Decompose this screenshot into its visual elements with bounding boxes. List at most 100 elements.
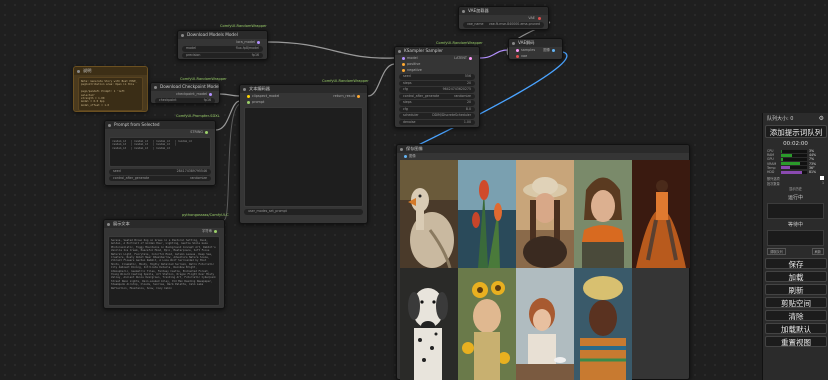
ksampler-node[interactable]: KSampler Sampler model LATENT positive ne… bbox=[394, 46, 480, 128]
node-title[interactable]: 保存图像 bbox=[397, 145, 689, 153]
download-model-badge: ComfyUI-RandomWrapper bbox=[220, 24, 267, 28]
load-default-button[interactable]: 加载默认 bbox=[765, 323, 827, 335]
note-node[interactable]: 说明 Note: Generate Story with Best POSE_ … bbox=[73, 66, 148, 112]
stat-fill bbox=[781, 149, 782, 153]
ks-widget-3[interactable]: control_after_generate randomize bbox=[399, 93, 475, 99]
output-label: checkpoint_model bbox=[176, 92, 207, 96]
stat-bar bbox=[781, 153, 807, 157]
output-label: return_result bbox=[333, 94, 355, 98]
node-title[interactable]: Download Models Model bbox=[178, 31, 267, 39]
show-text-node[interactable]: 展示文本 字符串 Serene, Seated Brown Dog on Gra… bbox=[103, 219, 225, 309]
gear-icon[interactable]: ⚙ bbox=[819, 115, 824, 122]
node-title[interactable]: 文本编码器 bbox=[240, 85, 367, 93]
generated-image-sunflowers[interactable] bbox=[458, 268, 516, 380]
input-label: vae bbox=[521, 54, 528, 58]
generated-image-child-cafe[interactable] bbox=[516, 268, 574, 380]
node-title[interactable]: 说明 bbox=[74, 67, 147, 75]
input-label: clipspect_model bbox=[252, 94, 280, 98]
show-text-textarea[interactable]: Serene, Seated Brown Dog on Grass in a P… bbox=[108, 236, 220, 306]
load-button[interactable]: 加载 bbox=[765, 271, 827, 283]
node-title[interactable]: KSampler Sampler bbox=[395, 47, 479, 55]
clip-prompt-textarea[interactable] bbox=[244, 107, 363, 207]
generated-image-woman-scarf[interactable] bbox=[574, 160, 632, 268]
generated-image-man-headwrap[interactable] bbox=[574, 268, 632, 380]
running-panel bbox=[767, 203, 824, 220]
prompt-random-textarea[interactable]: random_id | random_id | random_id | rand… bbox=[109, 137, 211, 167]
stat-fill bbox=[781, 153, 793, 157]
vae-name-widget[interactable]: vae_name vae-ft-mse-840000-ema-pruned bbox=[463, 22, 544, 28]
node-title[interactable]: VAE加载器 bbox=[459, 7, 548, 15]
output-label: 图像 bbox=[543, 48, 550, 52]
clip-footer-widget[interactable]: user_modes_set_prompt bbox=[244, 209, 363, 215]
note-text[interactable]: Note: Generate Story with Best POSE_ psg… bbox=[78, 77, 143, 111]
prompt-random-widget-2[interactable]: control_after_generate randomize bbox=[109, 175, 211, 181]
input-label: negative bbox=[407, 68, 422, 72]
link-model bbox=[267, 41, 395, 59]
node-title[interactable]: Download Checkpoint Model bbox=[151, 83, 219, 91]
checkpoint-node[interactable]: Download Checkpoint Model checkpoint_mod… bbox=[150, 82, 220, 104]
clip-text-node[interactable]: 文本编码器 clipspect_model return_result promp… bbox=[239, 84, 368, 224]
node-title[interactable]: 展示文本 bbox=[104, 220, 224, 228]
output-label: STRING bbox=[190, 130, 203, 134]
vae-output-row: VAE bbox=[459, 15, 548, 21]
clear-button[interactable]: 清除 bbox=[765, 310, 827, 322]
widget-value: 556 bbox=[464, 74, 471, 78]
generated-image-woman-hat[interactable] bbox=[516, 160, 574, 268]
download-model-node[interactable]: Download Models Model lora_model model fl… bbox=[177, 30, 268, 60]
refresh-button[interactable]: 刷新 bbox=[765, 284, 827, 296]
stat-fill bbox=[781, 166, 791, 170]
save-button[interactable]: 保存 bbox=[765, 258, 827, 270]
ks-widget-6[interactable]: scheduler DDIM/DiscreteScheduler bbox=[399, 113, 475, 119]
prompt-random-widget-1[interactable]: seed 284174389795546 bbox=[109, 169, 211, 175]
node-title[interactable]: Prompt from Selected bbox=[105, 121, 215, 129]
widget-value: 96424743620275 bbox=[442, 87, 471, 91]
empty-latent-node[interactable]: VAE解码 samples 图像 vae bbox=[508, 38, 563, 60]
clipspace-button[interactable]: 剪贴空间 bbox=[765, 297, 827, 309]
ks-widget-2[interactable]: cfg 96424743620275 bbox=[399, 87, 475, 93]
generated-image-flowers[interactable] bbox=[458, 160, 516, 268]
widget-value: vae-ft-mse-840000-ema-pruned bbox=[488, 22, 540, 26]
download-model-widget-1[interactable]: model flux-fp8/model bbox=[182, 46, 263, 52]
stat-fill bbox=[781, 162, 800, 166]
reset-view-button[interactable]: 重置视图 bbox=[765, 336, 827, 348]
show-text-output: 字符串 bbox=[104, 228, 224, 234]
generated-image-goose[interactable] bbox=[400, 160, 458, 268]
input-label: samples bbox=[521, 48, 536, 52]
widget-value: flux-fp8/model bbox=[235, 46, 259, 50]
widget-label: cfg bbox=[403, 87, 408, 91]
checkpoint-badge: ComfyUI-RandomWrapper bbox=[180, 77, 227, 81]
stat-label: HDD bbox=[767, 170, 775, 175]
widget-value: 284174389795546 bbox=[176, 169, 207, 173]
link-positive bbox=[367, 63, 395, 97]
view-queue-button[interactable]: 调取队列 bbox=[767, 248, 786, 256]
prompt-random-node[interactable]: Prompt from Selected STRING random_id | … bbox=[104, 120, 216, 186]
download-model-widget-2[interactable]: precision fp16 bbox=[182, 52, 263, 58]
widget-label: model bbox=[186, 46, 196, 50]
show-history-label[interactable]: 显示历史 bbox=[789, 186, 802, 191]
ks-widget-0[interactable]: seed 556 bbox=[399, 74, 475, 80]
widget-label: scheduler bbox=[403, 113, 419, 117]
node-title[interactable]: VAE解码 bbox=[509, 39, 562, 47]
stat-bar bbox=[781, 157, 807, 161]
prompt-random-badge: ComfyUI-Prompter-SDXL bbox=[176, 114, 220, 118]
pending-panel bbox=[767, 230, 824, 247]
ksampler-badge: ComfyUI-RandomWrapper bbox=[436, 41, 483, 45]
refresh-small-button[interactable]: 刷新 bbox=[811, 248, 824, 256]
ks-widget-4[interactable]: steps 20 bbox=[399, 100, 475, 106]
vae-loader-node[interactable]: VAE加载器 VAE vae_name vae-ft-mse-840000-em… bbox=[458, 6, 549, 30]
ks-widget-7[interactable]: denoise 1.00 bbox=[399, 119, 475, 125]
widget-label: control_after_generate bbox=[113, 175, 150, 180]
history-row[interactable]: 显示历史 bbox=[763, 186, 828, 191]
widget-value: randomize bbox=[190, 175, 207, 180]
batch-value[interactable]: 1 bbox=[822, 181, 824, 186]
ks-widget-1[interactable]: steps 20 bbox=[399, 80, 475, 86]
generated-image-dancer[interactable] bbox=[632, 160, 690, 268]
generated-image-dalmatian[interactable] bbox=[400, 268, 458, 380]
widget-value: DDIM/DiscreteScheduler bbox=[432, 113, 471, 117]
download-model-output: lora_model bbox=[178, 39, 267, 45]
extra-options-checkbox[interactable] bbox=[820, 176, 824, 181]
ks-widget-5[interactable]: cfg 8.0 bbox=[399, 106, 475, 112]
checkpoint-widget[interactable]: checkpoint fp16 bbox=[155, 98, 215, 103]
queue-prompt-button[interactable]: 添加提示词队列 bbox=[765, 125, 827, 138]
stat-bar bbox=[781, 162, 807, 166]
